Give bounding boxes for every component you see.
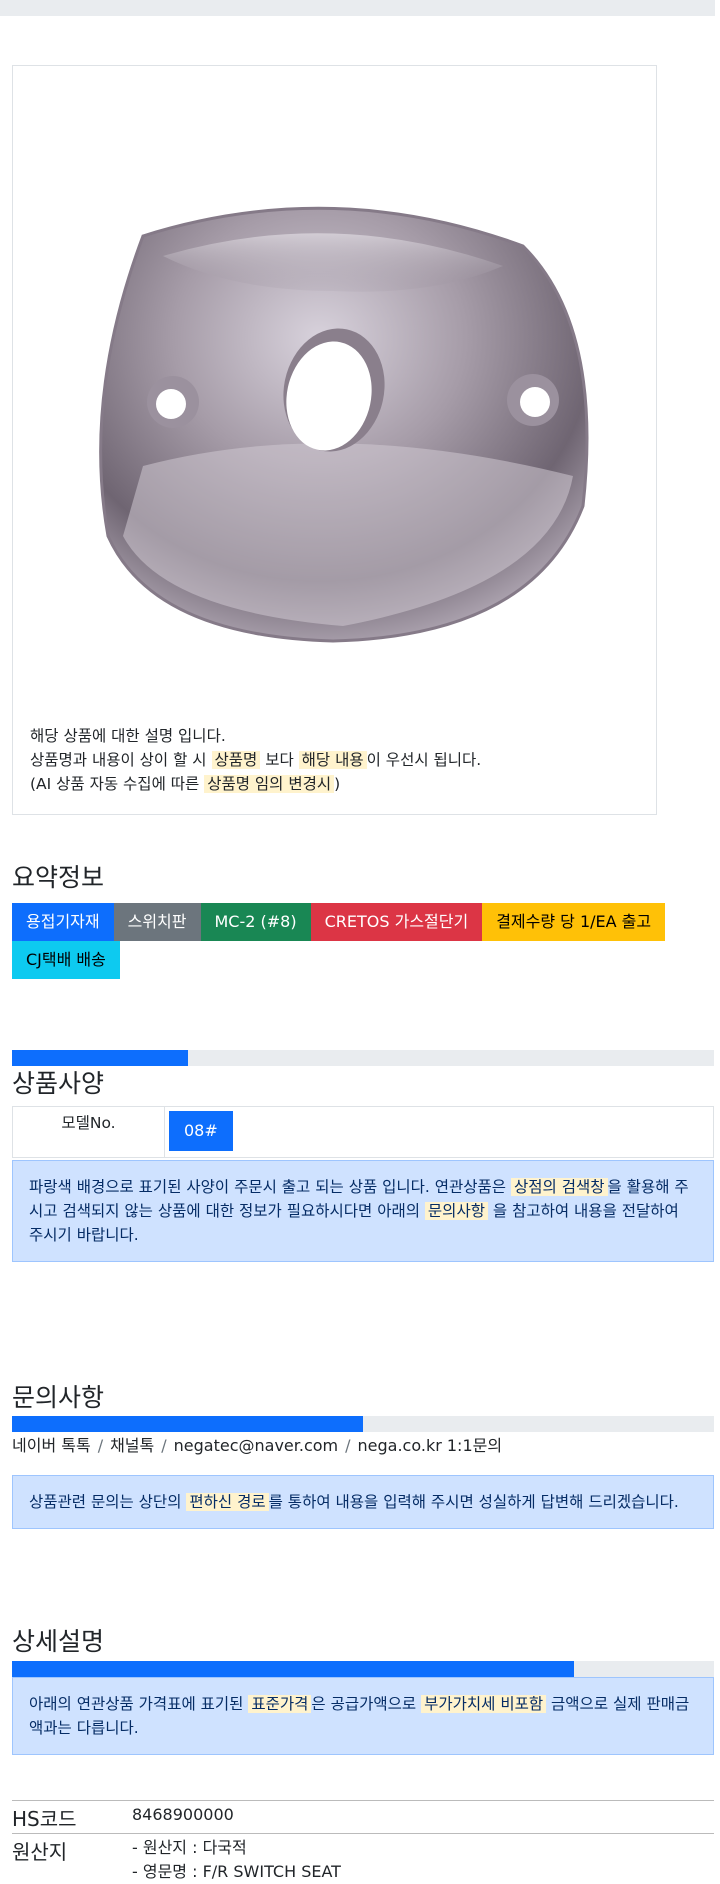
inquiry-link[interactable]: 채널톡 [110, 1436, 154, 1455]
inquiry-notice: 상품관련 문의는 상단의 편하신 경로 를 통하여 내용을 입력해 주시면 성실하… [12, 1475, 714, 1529]
text: 상품명과 내용이 상이 할 시 [30, 751, 212, 769]
detail-progress-bar [12, 1661, 714, 1677]
product-description: 해당 상품에 대한 설명 입니다. 상품명과 내용이 상이 할 시 상품명 보다… [30, 724, 481, 796]
summary-title: 요약정보 [12, 863, 105, 892]
origin-label: 원산지 [12, 1840, 68, 1864]
description-line-3: (AI 상품 자동 수집에 따른 상품명 임의 변경시) [30, 772, 481, 796]
badge-tag: 스위치판 [113, 903, 201, 941]
highlight-search: 상점의 검색창 [511, 1178, 608, 1196]
detail-progress-fill [12, 1661, 574, 1677]
badge-tag: 용접기자재 [12, 903, 114, 941]
text: 상품관련 문의는 상단의 [29, 1493, 187, 1511]
highlight-name-change: 상품명 임의 변경시 [204, 775, 335, 793]
text: ) [334, 775, 341, 793]
model-value-badge[interactable]: 08# [169, 1111, 233, 1151]
inquiry-title: 문의사항 [12, 1383, 105, 1412]
description-line-2: 상품명과 내용이 상이 할 시 상품명 보다 해당 내용 이 우선시 됩니다. [30, 748, 481, 772]
product-photo-switch-seat [99, 206, 589, 643]
text: 보다 [260, 751, 299, 769]
highlight-vat-excluded: 부가가치세 비포함 [421, 1695, 547, 1713]
text: (AI 상품 자동 수집에 따른 [30, 775, 205, 793]
highlight-product-name: 상품명 [211, 751, 261, 769]
origin-line-1: - 원산지 : 다국적 [132, 1838, 247, 1857]
text: 은 공급가액으로 [311, 1695, 422, 1713]
inquiry-progress-fill [12, 1416, 363, 1432]
inquiry-link[interactable]: nega.co.kr 1:1문의 [358, 1436, 503, 1455]
inquiry-link[interactable]: negatec@naver.com [174, 1436, 338, 1455]
link-separator: / [345, 1436, 351, 1455]
badge-tag: CRETOS 가스절단기 [310, 903, 483, 941]
text: 아래의 연관상품 가격표에 표기된 [29, 1695, 249, 1713]
detail-title: 상세설명 [12, 1627, 105, 1656]
origin-line-2: - 영문명 : F/R SWITCH SEAT [132, 1862, 341, 1881]
text: 이 우선시 됩니다. [366, 751, 482, 769]
inquiry-progress-bar [12, 1416, 714, 1432]
description-line-1: 해당 상품에 대한 설명 입니다. [30, 727, 226, 745]
highlight-content: 해당 내용 [298, 751, 367, 769]
link-separator: / [97, 1436, 104, 1455]
spec-notice: 파랑색 배경으로 표기된 사양이 주문시 출고 되는 상품 입니다. 연관상품은… [12, 1160, 714, 1262]
hs-code-row: HS코드 8468900000 [12, 1800, 714, 1833]
badge-tag: 결제수량 당 1/EA 출고 [482, 903, 666, 941]
highlight-inquiry: 문의사항 [424, 1202, 488, 1220]
hs-code-value: 8468900000 [132, 1805, 234, 1824]
spec-title: 상품사양 [12, 1069, 105, 1098]
link-separator: / [161, 1436, 167, 1455]
hs-code-label: HS코드 [12, 1807, 77, 1831]
text: 를 통하여 내용을 입력해 주시면 성실하게 답변해 드리겠습니다. [268, 1493, 679, 1511]
highlight-route: 편하신 경로 [186, 1493, 269, 1511]
inquiry-link[interactable]: 네이버 톡톡 [12, 1436, 91, 1455]
top-divider-bar [0, 0, 715, 16]
badge-tag: MC-2 (#8) [200, 903, 311, 941]
origin-value: - 원산지 : 다국적 - 영문명 : F/R SWITCH SEAT [132, 1836, 341, 1884]
summary-badges: 용접기자재 스위치판 MC-2 (#8) CRETOS 가스절단기 결제수량 당 1/E… [12, 903, 712, 979]
spec-table: 모델No. 08# [12, 1106, 714, 1158]
detail-notice: 아래의 연관상품 가격표에 표기된 표준가격 은 공급가액으로 부가가치세 비포함… [12, 1677, 714, 1755]
model-label: 모델No. [13, 1107, 165, 1157]
text: 파랑색 배경으로 표기된 사양이 주문시 출고 되는 상품 입니다. 연관상품은 [29, 1178, 511, 1196]
badge-tag: CJ택배 배송 [12, 941, 120, 979]
product-image-panel: 해당 상품에 대한 설명 입니다. 상품명과 내용이 상이 할 시 상품명 보다… [12, 65, 657, 815]
highlight-standard-price: 표준가격 [248, 1695, 312, 1713]
origin-row: 원산지 - 원산지 : 다국적 - 영문명 : F/R SWITCH SEAT [12, 1833, 714, 1881]
spec-progress-bar [12, 1050, 714, 1066]
inquiry-links: 네이버 톡톡 / 채널톡 / negatec@naver.com / nega.co.kr … [12, 1432, 502, 1456]
